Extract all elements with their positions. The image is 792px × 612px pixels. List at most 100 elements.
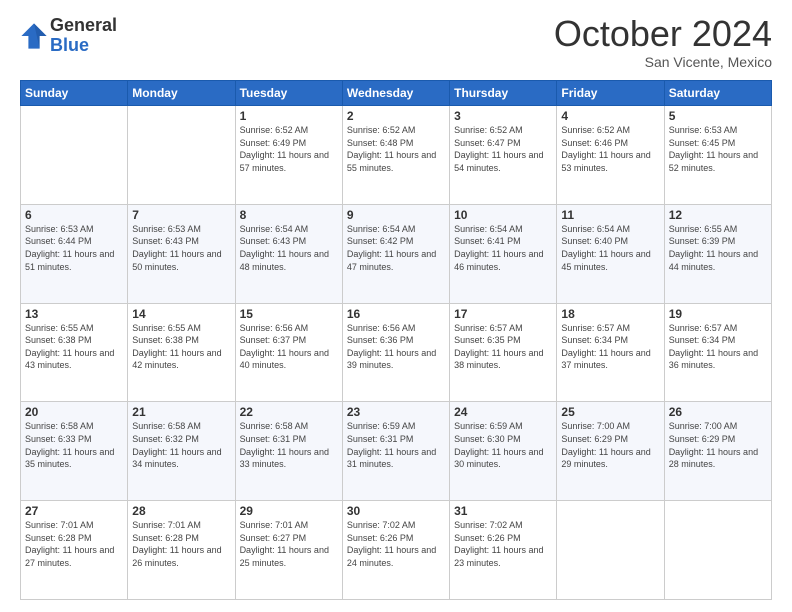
calendar-cell: 2Sunrise: 6:52 AMSunset: 6:48 PMDaylight… [342, 106, 449, 205]
calendar-cell: 13Sunrise: 6:55 AMSunset: 6:38 PMDayligh… [21, 303, 128, 402]
day-info: Sunrise: 6:53 AMSunset: 6:44 PMDaylight:… [25, 223, 123, 273]
day-info: Sunrise: 6:54 AMSunset: 6:40 PMDaylight:… [561, 223, 659, 273]
day-info: Sunrise: 6:54 AMSunset: 6:42 PMDaylight:… [347, 223, 445, 273]
calendar-cell: 21Sunrise: 6:58 AMSunset: 6:32 PMDayligh… [128, 402, 235, 501]
calendar-cell: 7Sunrise: 6:53 AMSunset: 6:43 PMDaylight… [128, 204, 235, 303]
calendar-cell: 12Sunrise: 6:55 AMSunset: 6:39 PMDayligh… [664, 204, 771, 303]
calendar-table: SundayMondayTuesdayWednesdayThursdayFrid… [20, 80, 772, 600]
day-info: Sunrise: 6:52 AMSunset: 6:47 PMDaylight:… [454, 124, 552, 174]
calendar-cell: 8Sunrise: 6:54 AMSunset: 6:43 PMDaylight… [235, 204, 342, 303]
day-number: 16 [347, 307, 445, 321]
calendar-day-header: Thursday [450, 81, 557, 106]
page: General Blue October 2024 San Vicente, M… [0, 0, 792, 612]
calendar-cell [557, 501, 664, 600]
calendar-cell: 5Sunrise: 6:53 AMSunset: 6:45 PMDaylight… [664, 106, 771, 205]
logo: General Blue [20, 16, 117, 56]
calendar-day-header: Wednesday [342, 81, 449, 106]
day-info: Sunrise: 6:59 AMSunset: 6:30 PMDaylight:… [454, 420, 552, 470]
calendar-cell: 23Sunrise: 6:59 AMSunset: 6:31 PMDayligh… [342, 402, 449, 501]
day-info: Sunrise: 7:02 AMSunset: 6:26 PMDaylight:… [454, 519, 552, 569]
calendar-day-header: Friday [557, 81, 664, 106]
day-number: 11 [561, 208, 659, 222]
calendar-cell [21, 106, 128, 205]
day-info: Sunrise: 6:56 AMSunset: 6:37 PMDaylight:… [240, 322, 338, 372]
day-info: Sunrise: 6:57 AMSunset: 6:34 PMDaylight:… [561, 322, 659, 372]
calendar-cell: 4Sunrise: 6:52 AMSunset: 6:46 PMDaylight… [557, 106, 664, 205]
day-info: Sunrise: 6:52 AMSunset: 6:48 PMDaylight:… [347, 124, 445, 174]
day-info: Sunrise: 7:00 AMSunset: 6:29 PMDaylight:… [561, 420, 659, 470]
calendar-cell: 30Sunrise: 7:02 AMSunset: 6:26 PMDayligh… [342, 501, 449, 600]
day-info: Sunrise: 7:01 AMSunset: 6:28 PMDaylight:… [132, 519, 230, 569]
day-number: 13 [25, 307, 123, 321]
day-info: Sunrise: 7:00 AMSunset: 6:29 PMDaylight:… [669, 420, 767, 470]
day-info: Sunrise: 6:59 AMSunset: 6:31 PMDaylight:… [347, 420, 445, 470]
calendar-cell: 17Sunrise: 6:57 AMSunset: 6:35 PMDayligh… [450, 303, 557, 402]
day-number: 21 [132, 405, 230, 419]
logo-blue: Blue [50, 36, 117, 56]
calendar-week-row: 6Sunrise: 6:53 AMSunset: 6:44 PMDaylight… [21, 204, 772, 303]
calendar-cell: 27Sunrise: 7:01 AMSunset: 6:28 PMDayligh… [21, 501, 128, 600]
calendar-cell: 29Sunrise: 7:01 AMSunset: 6:27 PMDayligh… [235, 501, 342, 600]
day-info: Sunrise: 6:58 AMSunset: 6:33 PMDaylight:… [25, 420, 123, 470]
calendar-cell: 26Sunrise: 7:00 AMSunset: 6:29 PMDayligh… [664, 402, 771, 501]
day-number: 17 [454, 307, 552, 321]
day-number: 30 [347, 504, 445, 518]
day-info: Sunrise: 6:55 AMSunset: 6:38 PMDaylight:… [25, 322, 123, 372]
day-number: 27 [25, 504, 123, 518]
calendar-cell: 31Sunrise: 7:02 AMSunset: 6:26 PMDayligh… [450, 501, 557, 600]
day-number: 23 [347, 405, 445, 419]
day-number: 18 [561, 307, 659, 321]
calendar-day-header: Saturday [664, 81, 771, 106]
calendar-day-header: Monday [128, 81, 235, 106]
day-info: Sunrise: 6:54 AMSunset: 6:43 PMDaylight:… [240, 223, 338, 273]
day-info: Sunrise: 6:52 AMSunset: 6:49 PMDaylight:… [240, 124, 338, 174]
calendar-cell: 19Sunrise: 6:57 AMSunset: 6:34 PMDayligh… [664, 303, 771, 402]
calendar-cell: 18Sunrise: 6:57 AMSunset: 6:34 PMDayligh… [557, 303, 664, 402]
day-number: 31 [454, 504, 552, 518]
day-number: 8 [240, 208, 338, 222]
day-number: 25 [561, 405, 659, 419]
day-info: Sunrise: 6:53 AMSunset: 6:45 PMDaylight:… [669, 124, 767, 174]
calendar-cell: 25Sunrise: 7:00 AMSunset: 6:29 PMDayligh… [557, 402, 664, 501]
calendar-cell: 14Sunrise: 6:55 AMSunset: 6:38 PMDayligh… [128, 303, 235, 402]
day-number: 10 [454, 208, 552, 222]
day-number: 26 [669, 405, 767, 419]
day-number: 5 [669, 109, 767, 123]
location-title: San Vicente, Mexico [554, 54, 772, 70]
day-info: Sunrise: 6:53 AMSunset: 6:43 PMDaylight:… [132, 223, 230, 273]
header: General Blue October 2024 San Vicente, M… [20, 16, 772, 70]
calendar-cell [664, 501, 771, 600]
day-info: Sunrise: 6:54 AMSunset: 6:41 PMDaylight:… [454, 223, 552, 273]
calendar-cell: 6Sunrise: 6:53 AMSunset: 6:44 PMDaylight… [21, 204, 128, 303]
day-number: 4 [561, 109, 659, 123]
day-number: 6 [25, 208, 123, 222]
day-info: Sunrise: 7:01 AMSunset: 6:27 PMDaylight:… [240, 519, 338, 569]
logo-general: General [50, 16, 117, 36]
calendar-day-header: Sunday [21, 81, 128, 106]
day-number: 1 [240, 109, 338, 123]
day-number: 3 [454, 109, 552, 123]
month-title: October 2024 [554, 16, 772, 52]
day-number: 24 [454, 405, 552, 419]
calendar-week-row: 13Sunrise: 6:55 AMSunset: 6:38 PMDayligh… [21, 303, 772, 402]
day-info: Sunrise: 6:55 AMSunset: 6:38 PMDaylight:… [132, 322, 230, 372]
calendar-cell: 9Sunrise: 6:54 AMSunset: 6:42 PMDaylight… [342, 204, 449, 303]
day-number: 28 [132, 504, 230, 518]
calendar-day-header: Tuesday [235, 81, 342, 106]
logo-text: General Blue [50, 16, 117, 56]
calendar-cell: 10Sunrise: 6:54 AMSunset: 6:41 PMDayligh… [450, 204, 557, 303]
day-number: 22 [240, 405, 338, 419]
calendar-week-row: 1Sunrise: 6:52 AMSunset: 6:49 PMDaylight… [21, 106, 772, 205]
day-info: Sunrise: 6:52 AMSunset: 6:46 PMDaylight:… [561, 124, 659, 174]
day-info: Sunrise: 6:56 AMSunset: 6:36 PMDaylight:… [347, 322, 445, 372]
day-info: Sunrise: 6:58 AMSunset: 6:31 PMDaylight:… [240, 420, 338, 470]
calendar-cell: 11Sunrise: 6:54 AMSunset: 6:40 PMDayligh… [557, 204, 664, 303]
day-info: Sunrise: 6:55 AMSunset: 6:39 PMDaylight:… [669, 223, 767, 273]
day-number: 14 [132, 307, 230, 321]
day-info: Sunrise: 7:02 AMSunset: 6:26 PMDaylight:… [347, 519, 445, 569]
day-number: 15 [240, 307, 338, 321]
day-number: 20 [25, 405, 123, 419]
calendar-cell: 15Sunrise: 6:56 AMSunset: 6:37 PMDayligh… [235, 303, 342, 402]
calendar-cell: 3Sunrise: 6:52 AMSunset: 6:47 PMDaylight… [450, 106, 557, 205]
title-block: October 2024 San Vicente, Mexico [554, 16, 772, 70]
